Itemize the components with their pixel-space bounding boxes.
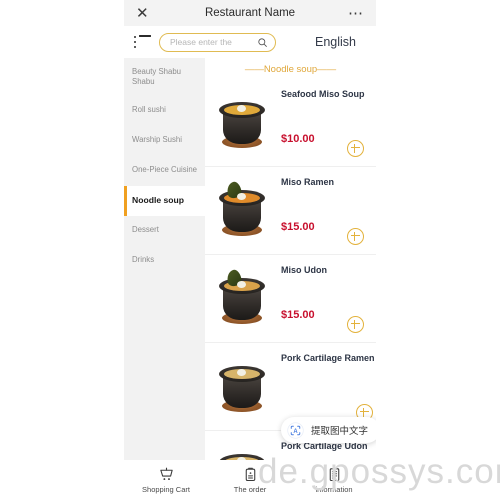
search-icon[interactable] [257, 37, 268, 48]
sidebar-item-one-piece-cuisine[interactable]: One-Piece Cuisine [124, 156, 205, 186]
text-scan-icon: A [287, 421, 304, 439]
dish-row[interactable]: Miso Ramen $15.00 [205, 167, 376, 255]
plus-circle-icon[interactable] [347, 316, 364, 333]
sidebar-item-roll-sushi[interactable]: Roll sushi [124, 96, 205, 126]
sidebar-item-warship-sushi[interactable]: Warship Sushi [124, 126, 205, 156]
extract-text-button[interactable]: A 提取图中文字 [280, 417, 376, 443]
dish-info: Seafood Miso Soup $10.00 [275, 83, 370, 162]
category-sidebar[interactable]: Beauty Shabu Shabu Roll sushi Warship Su… [124, 58, 205, 492]
dish-price: $10.00 [281, 133, 315, 145]
plus-circle-icon[interactable] [347, 140, 364, 157]
plus-circle-icon[interactable] [347, 228, 364, 245]
dish-name: Seafood Miso Soup [281, 89, 365, 99]
dish-info: Miso Udon $15.00 [275, 259, 370, 338]
screenshot-root: de.gpossys.com ✕ Restaurant Name ⋯ Engli… [0, 0, 500, 500]
dish-price: $15.00 [281, 309, 315, 321]
page-title: Restaurant Name [204, 7, 296, 19]
dish-thumbnail [209, 347, 275, 426]
phone-viewport: ✕ Restaurant Name ⋯ English Beauty Sh [124, 0, 376, 500]
search-input[interactable] [170, 37, 257, 47]
more-options-icon[interactable]: ⋯ [348, 6, 364, 21]
dish-row[interactable]: Seafood Miso Soup $10.00 [205, 79, 376, 167]
dish-name: Pork Cartilage Ramen [281, 353, 375, 363]
sidebar-item-noodle-soup[interactable]: Noodle soup [124, 186, 205, 216]
svg-text:A: A [293, 429, 298, 435]
section-header: ——Noodle soup—— [244, 64, 337, 75]
extract-text-label: 提取图中文字 [310, 426, 368, 437]
language-selector[interactable]: English [315, 35, 368, 49]
dish-row[interactable]: Miso Udon $15.00 [205, 255, 376, 343]
nav-label: Shopping Cart [142, 485, 190, 494]
dish-info: Pork Cartilage Ramen [275, 347, 376, 426]
close-icon[interactable]: ✕ [136, 6, 149, 21]
sidebar-item-dessert[interactable]: Dessert [124, 216, 205, 246]
dish-price: $15.00 [281, 221, 315, 233]
dish-name: Miso Udon [281, 265, 327, 275]
search-toolbar: English [124, 26, 376, 58]
dish-name: Miso Ramen [281, 177, 335, 187]
sidebar-item-beauty-shabu-shabu[interactable]: Beauty Shabu Shabu [124, 58, 205, 96]
dish-thumbnail [209, 259, 275, 338]
shopping-cart-icon [159, 467, 173, 481]
nav-item-shopping-cart[interactable]: Shopping Cart [124, 460, 208, 500]
order-receipt-icon [245, 467, 255, 482]
dish-info: Miso Ramen $15.00 [275, 171, 370, 250]
site-watermark: de.gpossys.com [258, 452, 500, 491]
search-box[interactable] [159, 32, 276, 52]
dish-thumbnail [209, 171, 275, 250]
dish-thumbnail [209, 83, 275, 162]
title-bar: ✕ Restaurant Name ⋯ [124, 0, 376, 26]
sidebar-item-drinks[interactable]: Drinks [124, 246, 205, 276]
list-menu-icon[interactable] [134, 35, 151, 49]
